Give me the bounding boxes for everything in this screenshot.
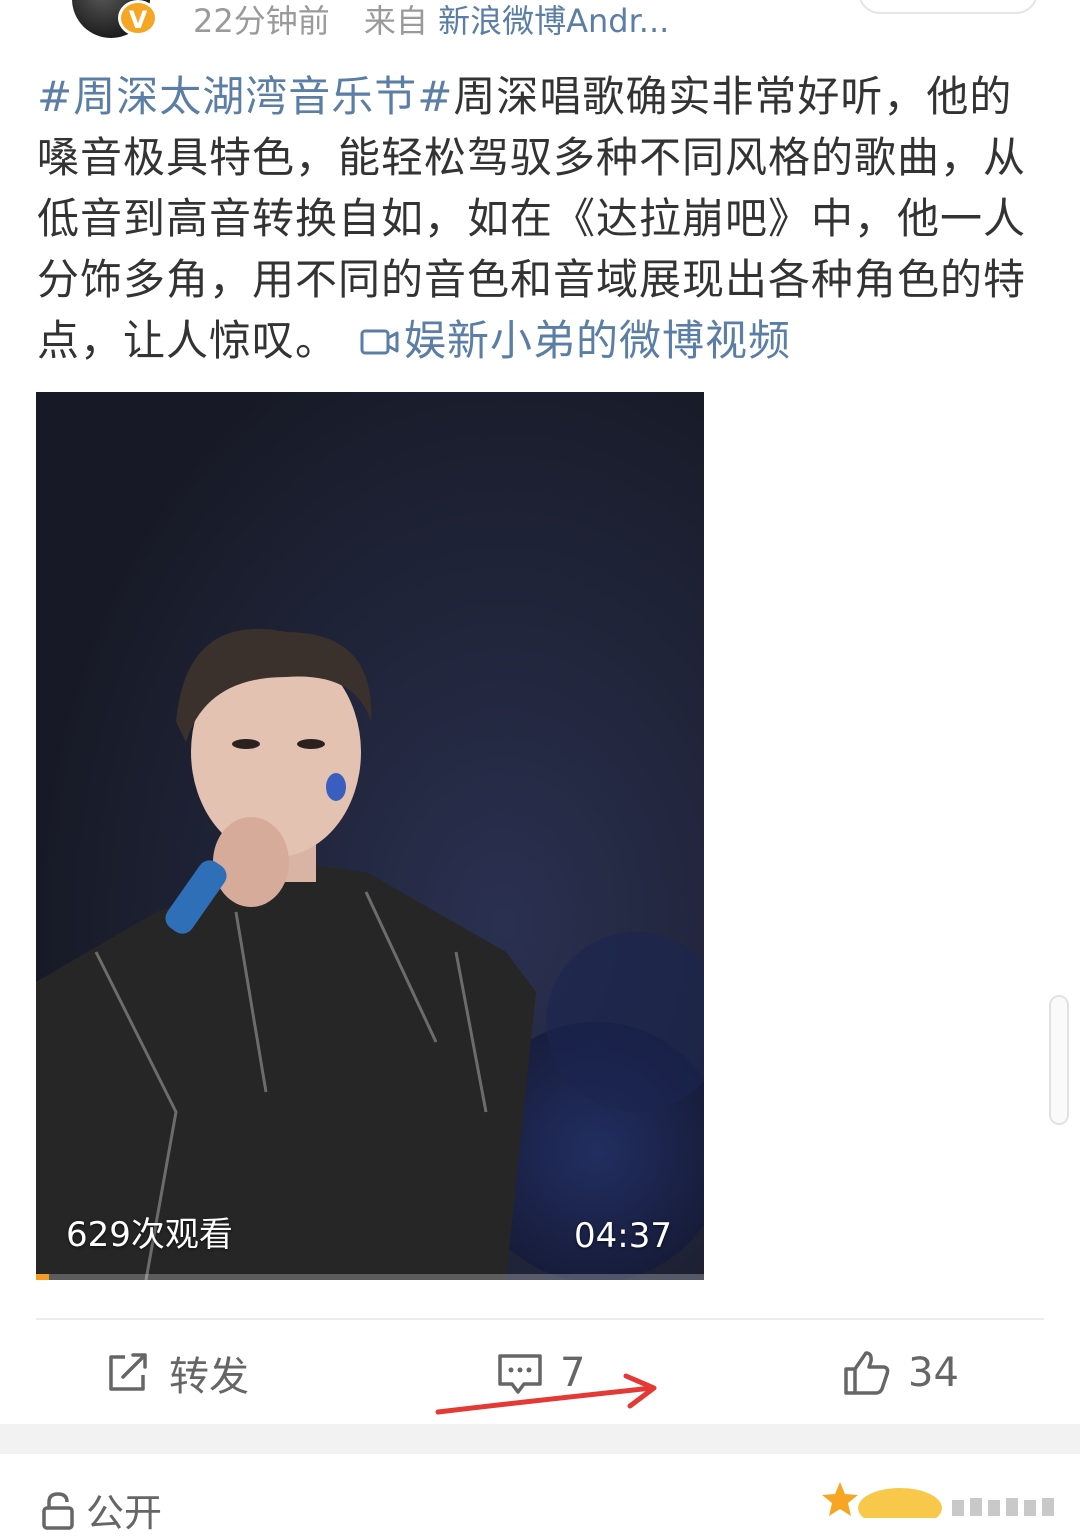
video-progress-bar[interactable] [36,1274,704,1280]
annotation-arrow [435,1373,657,1415]
post-text: #周深太湖湾音乐节#周深唱歌确实非常好听，他的嗓音极具特色，能轻松驾驭多种不同风… [37,66,1047,374]
verified-badge: V [118,0,158,36]
repost-button[interactable]: 转发 [105,1345,249,1401]
video-thumbnail [36,392,704,1280]
thumbs-up-icon [844,1351,890,1395]
video-player[interactable]: 629次观看 04:37 [36,392,704,1280]
scrollbar-thumb[interactable] [1049,995,1069,1125]
divider [36,1318,1044,1320]
post-meta: 22分钟前 来自 新浪微博Andr... [193,0,669,40]
video-duration: 04:37 [574,1216,672,1256]
like-count: 34 [908,1350,959,1396]
video-progress-fill [36,1274,50,1280]
video-link[interactable]: 娱新小弟的微博视频 [360,316,791,365]
visibility-setting[interactable]: 公开 [38,1482,162,1537]
visibility-label: 公开 [86,1491,163,1535]
follow-button[interactable] [858,0,1038,14]
view-count: 629次观看 [66,1215,233,1255]
source-prefix: 来自 [363,2,428,40]
section-gap [0,1424,1080,1454]
video-camera-icon [360,313,400,374]
lock-icon [42,1491,74,1530]
sticker-strip [822,1482,1054,1518]
repost-label: 转发 [169,1354,249,1400]
share-icon [109,1353,147,1391]
post-source[interactable]: 新浪微博Andr... [438,2,669,40]
hashtag-link[interactable]: #周深太湖湾音乐节# [37,72,453,121]
post-time: 22分钟前 [193,2,330,40]
video-link-label: 娱新小弟的微博视频 [404,316,792,365]
like-button[interactable]: 34 [842,1345,959,1401]
